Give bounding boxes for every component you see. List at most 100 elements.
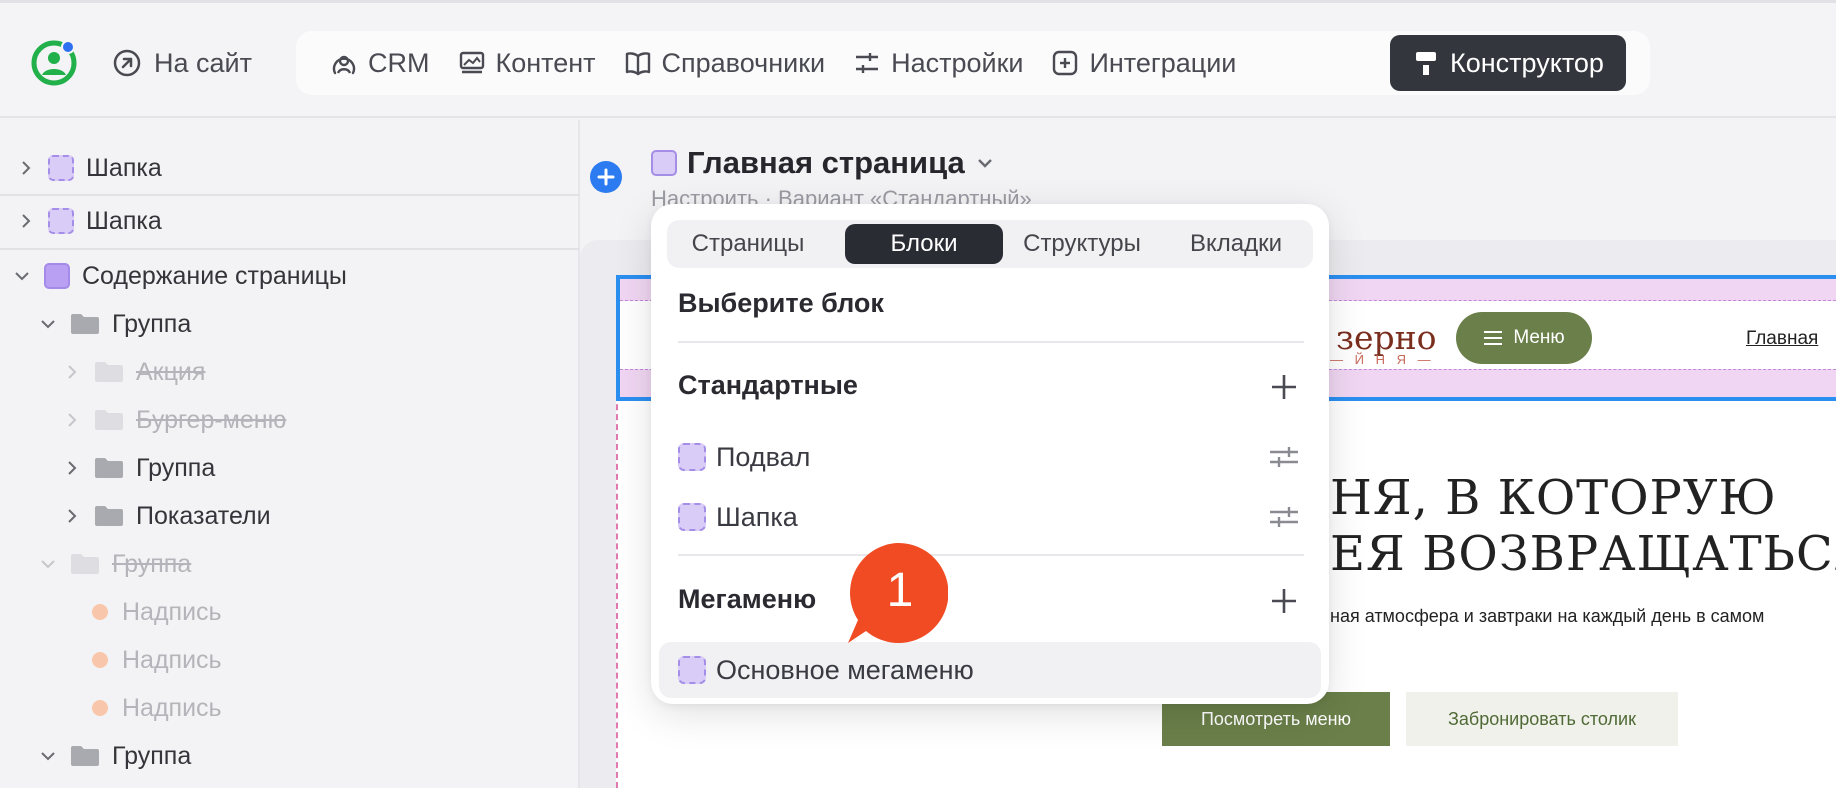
tree-item-indicators[interactable]: Показатели [64,494,271,538]
text-element-icon [92,652,108,668]
tree-item-label: Группа [112,741,192,770]
chevron-down-icon[interactable] [975,153,995,173]
tree-item-label: Надпись [122,693,222,722]
tree-item-label: Бургер-меню [136,405,287,434]
tree-item-caption[interactable]: Надпись [92,590,222,634]
tree-item-caption[interactable]: Надпись [92,638,222,682]
block-picker-popup: Страницы Блоки Структуры Вкладки Выберит… [651,204,1329,704]
nav-integrations[interactable]: Интеграции [1037,35,1250,91]
chevron-right-icon[interactable] [18,160,34,176]
tree-item-group-2[interactable]: Группа [64,446,215,490]
block-icon [678,503,706,531]
tab-tabs[interactable]: Вкладки [1161,224,1311,264]
chevron-right-icon[interactable] [64,412,80,428]
block-settings-icon[interactable] [1269,505,1299,529]
chevron-right-icon[interactable] [64,364,80,380]
nav-crm-label: CRM [368,47,430,78]
add-standard-icon[interactable] [1269,372,1299,402]
paint-roller-icon [1416,52,1436,75]
chevron-down-icon[interactable] [40,748,56,764]
divider [0,248,580,250]
folder-icon [95,506,123,526]
block-icon [48,155,74,181]
tree-item-label: Надпись [122,597,222,626]
nav-directories-label: Справочники [661,47,826,78]
divider [678,554,1304,556]
hamburger-icon [1484,331,1503,345]
folder-icon [95,458,123,478]
text-element-icon [92,604,108,620]
folder-icon [71,554,99,574]
block-item-label: Шапка [716,501,798,532]
tab-structures[interactable]: Структуры [1007,224,1157,264]
crm-icon [332,55,356,75]
folder-icon [71,314,99,334]
block-item-main-megamenu[interactable]: Основное мегаменю [678,648,974,692]
chevron-down-icon[interactable] [40,316,56,332]
text-element-icon [92,700,108,716]
preview-menu-button[interactable]: Меню [1456,312,1592,364]
tree-item-caption[interactable]: Надпись [92,686,222,730]
app-logo-icon[interactable] [30,39,78,87]
top-bar: На сайт CRM Контент Справочники Настройк… [0,0,1836,118]
add-megamenu-icon[interactable] [1269,586,1299,616]
block-icon [48,208,74,234]
tree-item-label: Группа [112,309,192,338]
preview-hero-text: ная атмосфера и завтраки на каждый день … [1330,606,1765,626]
chevron-down-icon[interactable] [40,556,56,572]
book-icon [625,52,650,76]
tab-pages[interactable]: Страницы [671,224,825,264]
nav-content[interactable]: Контент [444,35,610,91]
block-item-label: Подвал [716,441,811,472]
tree-item-header-2[interactable]: Шапка [18,199,162,243]
section-megamenu-title: Мегаменю [678,584,817,614]
folder-icon [95,410,123,430]
tree-item-burger-menu[interactable]: Бургер-меню [64,398,286,442]
tree-item-promo[interactable]: Акция [64,350,205,394]
tree-item-group-hidden[interactable]: Группа [40,542,191,586]
chevron-right-icon[interactable] [64,460,80,476]
section-standard-title: Стандартные [678,370,858,400]
page-title: Главная страница [687,145,965,180]
block-item-header[interactable]: Шапка [678,495,798,539]
tree-item-group-3[interactable]: Группа [40,734,191,778]
tree-item-page-content[interactable]: Содержание страницы [14,254,347,298]
nav-constructor[interactable]: Конструктор [1390,35,1626,91]
block-settings-icon[interactable] [1269,445,1299,469]
page-selector[interactable]: Главная страница [651,145,995,181]
chevron-right-icon[interactable] [18,213,34,229]
step-badge: 1 [848,542,948,643]
nav-directories[interactable]: Справочники [610,35,840,91]
tree-item-label: Акция [136,357,206,386]
tree-item-label: Надпись [122,645,222,674]
nav-constructor-label: Конструктор [1450,47,1604,78]
nav-settings[interactable]: Настройки [839,35,1037,91]
tree-item-header-1[interactable]: Шапка [18,146,162,190]
block-item-footer[interactable]: Подвал [678,435,810,479]
nav-integrations-label: Интеграции [1089,47,1237,78]
go-to-site-label: На сайт [154,47,252,78]
block-item-label: Основное мегаменю [716,654,974,685]
folder-icon [71,746,99,766]
step-badge-number: 1 [887,564,914,617]
block-icon [678,656,706,684]
add-block-button[interactable] [590,161,622,193]
tree-item-label: Группа [112,549,192,578]
chevron-right-icon[interactable] [64,508,80,524]
external-arrow-icon [113,49,141,77]
preview-home-link[interactable]: Главная [1746,328,1818,350]
preview-book-table-button[interactable]: Забронировать столик [1406,692,1678,746]
nav-content-label: Контент [495,47,596,78]
nav-settings-label: Настройки [891,47,1024,78]
tree-item-label: Шапка [86,206,162,235]
tab-blocks[interactable]: Блоки [845,224,1003,264]
preview-brand-tagline: — Й Н Я — [1330,352,1435,367]
page-icon [651,150,677,176]
go-to-site-link[interactable]: На сайт [112,41,252,85]
nav-crm[interactable]: CRM [316,35,444,91]
block-icon [44,263,70,289]
tree-item-group[interactable]: Группа [40,302,191,346]
tree-item-label: Шапка [86,153,162,182]
divider [0,194,580,196]
chevron-down-icon[interactable] [14,268,30,284]
